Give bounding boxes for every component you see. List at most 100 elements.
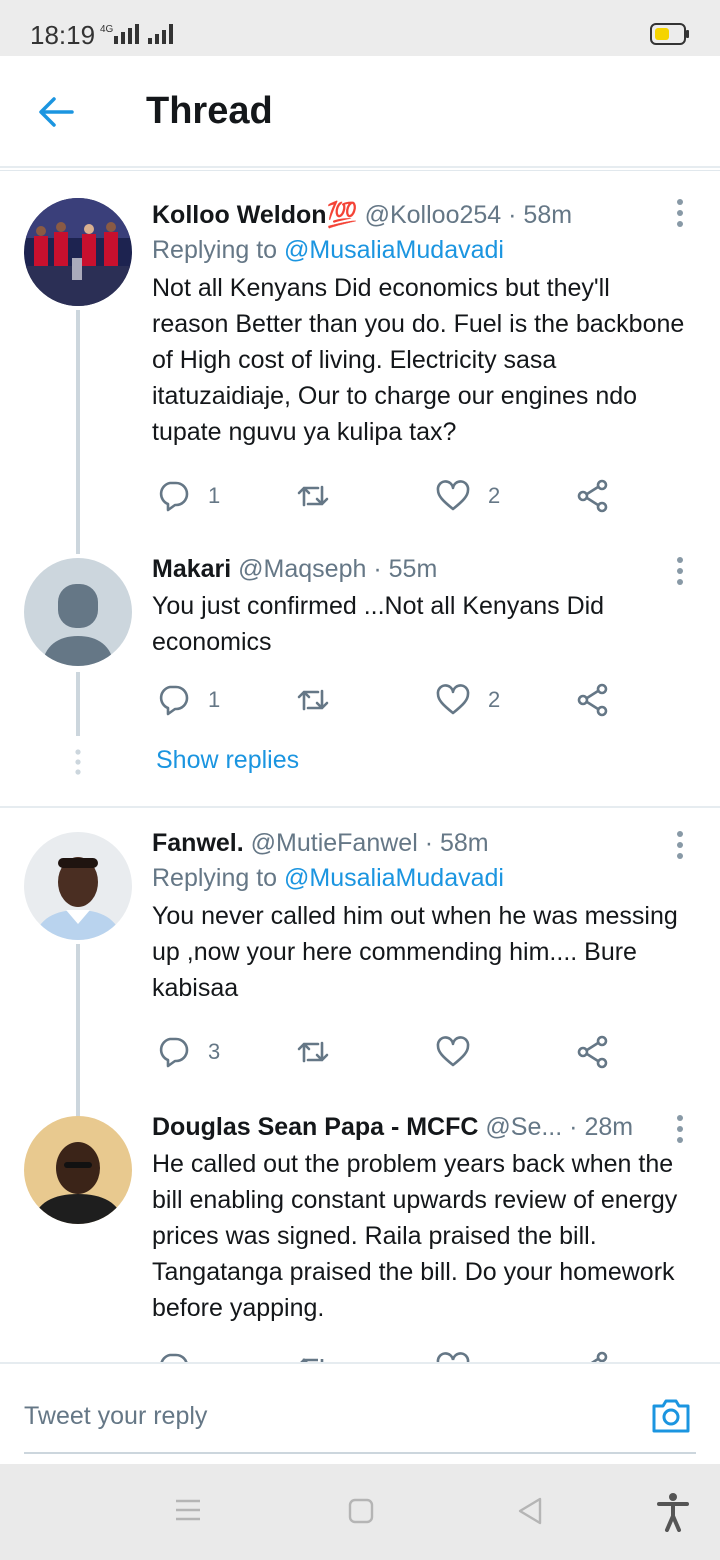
- more-options-icon[interactable]: [674, 1114, 686, 1144]
- accessibility-icon[interactable]: [656, 1492, 690, 1532]
- tweet-actions: 3: [152, 1032, 652, 1072]
- tweet-header: Kolloo Weldon💯 @Kolloo254 · 58m: [152, 198, 690, 232]
- author-name[interactable]: Douglas Sean Papa - MCFC: [152, 1113, 478, 1141]
- system-nav-bar: [0, 1464, 720, 1560]
- tweet-text: Not all Kenyans Did economics but they'l…: [152, 274, 685, 446]
- page-title: Thread: [146, 90, 273, 132]
- avatar[interactable]: [24, 832, 132, 940]
- tweet-time: 28m: [584, 1113, 634, 1141]
- replying-to-prefix: Replying to: [152, 864, 285, 892]
- heart-icon: [436, 684, 470, 715]
- reply-button[interactable]: [156, 1348, 190, 1362]
- reply-icon: [159, 685, 189, 716]
- heart-icon: [436, 480, 470, 511]
- share-button[interactable]: [576, 476, 610, 516]
- author-handle[interactable]: @Maqseph: [238, 555, 366, 583]
- separator-dot: ·: [508, 201, 517, 229]
- heart-icon: [436, 1352, 470, 1362]
- avatar[interactable]: [24, 1116, 132, 1224]
- avatar-image: [24, 1116, 132, 1224]
- back-arrow-icon[interactable]: [36, 92, 76, 132]
- default-avatar-icon: [24, 558, 132, 666]
- reply-button[interactable]: 1: [156, 476, 220, 516]
- retweet-button[interactable]: [296, 1032, 348, 1072]
- share-icon: [577, 1035, 608, 1069]
- reply-input[interactable]: Tweet your reply: [24, 1402, 207, 1431]
- reply-input-underline: [24, 1452, 696, 1454]
- tweet-header: Fanwel. @MutieFanwel · 58m: [152, 826, 690, 860]
- author-handle[interactable]: @Se...: [485, 1113, 562, 1141]
- tweet-body: Douglas Sean Papa - MCFC @Se... · 28m He…: [152, 1112, 690, 1326]
- camera-icon[interactable]: [650, 1394, 692, 1436]
- reply-icon: [159, 1037, 189, 1068]
- reply-icon: [159, 481, 189, 512]
- avatar-image: [24, 198, 132, 306]
- like-button[interactable]: [436, 1032, 488, 1072]
- tweet-text: You just confirmed ...Not all Kenyans Di…: [152, 592, 605, 656]
- share-icon: [577, 479, 608, 513]
- tweet-body: Fanwel. @MutieFanwel · 58m Replying to @…: [152, 826, 690, 1006]
- tweet-actions: 1 2: [152, 476, 652, 516]
- show-replies-link[interactable]: Show replies: [156, 746, 299, 775]
- like-button[interactable]: 2: [436, 680, 500, 720]
- avatar[interactable]: [24, 198, 132, 306]
- separator-dot: ·: [424, 829, 434, 857]
- like-button[interactable]: [436, 1348, 470, 1362]
- reply-count: 1: [208, 483, 221, 508]
- tweet-time: 55m: [388, 555, 438, 583]
- tweet-time: 58m: [439, 829, 489, 857]
- more-options-icon[interactable]: [674, 198, 686, 228]
- replying-to: Replying to @MusaliaMudavadi: [152, 232, 690, 268]
- tweet-body: Makari @Maqseph · 55m You just confirmed…: [152, 552, 690, 660]
- retweet-button[interactable]: [296, 680, 348, 720]
- retweet-button[interactable]: [296, 1348, 330, 1362]
- app-bar: Thread: [0, 56, 720, 168]
- author-name[interactable]: Fanwel.: [152, 829, 244, 857]
- reply-composer: Tweet your reply: [0, 1362, 720, 1464]
- menu-icon[interactable]: [174, 1498, 202, 1522]
- reply-button[interactable]: 3: [156, 1032, 220, 1072]
- share-button[interactable]: [576, 680, 610, 720]
- more-options-icon[interactable]: [674, 556, 686, 586]
- avatar[interactable]: [24, 558, 132, 666]
- share-button[interactable]: [576, 1032, 610, 1072]
- tweet-actions: 1 2: [152, 680, 652, 720]
- reply-count: 3: [208, 1039, 221, 1064]
- home-icon[interactable]: [348, 1498, 374, 1524]
- tweet[interactable]: Douglas Sean Papa - MCFC @Se... · 28m He…: [0, 1112, 720, 1362]
- share-button[interactable]: [576, 1348, 610, 1362]
- replying-to-link[interactable]: @MusaliaMudavadi: [284, 864, 504, 892]
- back-icon[interactable]: [516, 1496, 544, 1526]
- replying-to-link[interactable]: @MusaliaMudavadi: [284, 236, 504, 264]
- more-options-icon[interactable]: [674, 830, 686, 860]
- app-bar-divider: [0, 170, 720, 176]
- like-button[interactable]: 2: [436, 476, 500, 516]
- heart-icon: [436, 1036, 470, 1067]
- separator-dot: ·: [569, 1113, 578, 1141]
- reply-count: 1: [208, 687, 221, 712]
- thread-line: [76, 310, 80, 554]
- reply-button[interactable]: 1: [156, 680, 220, 720]
- separator-dot: ·: [373, 555, 382, 583]
- retweet-button[interactable]: [296, 476, 348, 516]
- author-handle[interactable]: @MutieFanwel: [251, 829, 418, 857]
- tweet-body: Kolloo Weldon💯 @Kolloo254 · 58m Replying…: [152, 198, 690, 450]
- author-name[interactable]: Makari: [152, 555, 231, 583]
- tweet-header: Douglas Sean Papa - MCFC @Se... · 28m: [152, 1112, 690, 1144]
- avatar-image: [24, 832, 132, 940]
- retweet-icon: [297, 485, 329, 507]
- like-count: 2: [488, 687, 501, 712]
- tweet-header: Makari @Maqseph · 55m: [152, 552, 690, 586]
- share-icon: [577, 683, 608, 717]
- more-replies-dots-icon: [75, 749, 81, 775]
- tweet-text: You never called him out when he was mes…: [152, 902, 678, 1002]
- tweet-time: 58m: [523, 201, 573, 229]
- battery-icon: [650, 23, 689, 45]
- network-label: 4G: [100, 24, 114, 35]
- tweet-actions: [152, 1348, 652, 1362]
- author-name[interactable]: Kolloo Weldon💯: [152, 201, 358, 229]
- conversation-divider: [0, 806, 720, 808]
- author-handle[interactable]: @Kolloo254: [365, 201, 502, 229]
- retweet-icon: [300, 1358, 324, 1362]
- replying-to: Replying to @MusaliaMudavadi: [152, 860, 690, 896]
